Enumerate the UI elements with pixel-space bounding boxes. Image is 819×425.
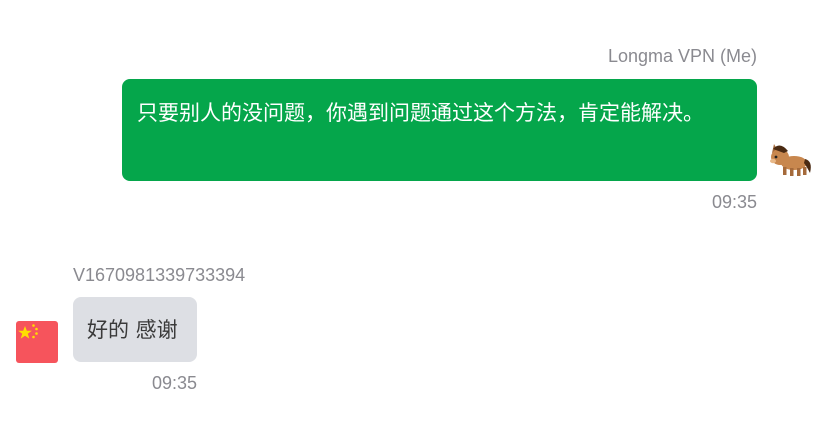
message-timestamp: 09:35 bbox=[711, 192, 757, 212]
message-timestamp: 09:35 bbox=[151, 373, 197, 393]
message-bubble-outgoing[interactable]: 只要别人的没问题，你遇到问题通过这个方法，肯定能解决。 bbox=[122, 79, 757, 181]
china-flag-icon[interactable] bbox=[16, 321, 58, 363]
sender-name-contact: V1670981339733394 bbox=[73, 265, 246, 285]
pony-icon[interactable] bbox=[770, 139, 814, 177]
message-bubble-incoming[interactable]: 好的 感谢 bbox=[73, 297, 197, 362]
message-text: 只要别人的没问题，你遇到问题通过这个方法，肯定能解决。 bbox=[137, 101, 704, 125]
sender-name-me: Longma VPN (Me) bbox=[607, 46, 757, 66]
message-text: 好的 感谢 bbox=[87, 318, 178, 342]
